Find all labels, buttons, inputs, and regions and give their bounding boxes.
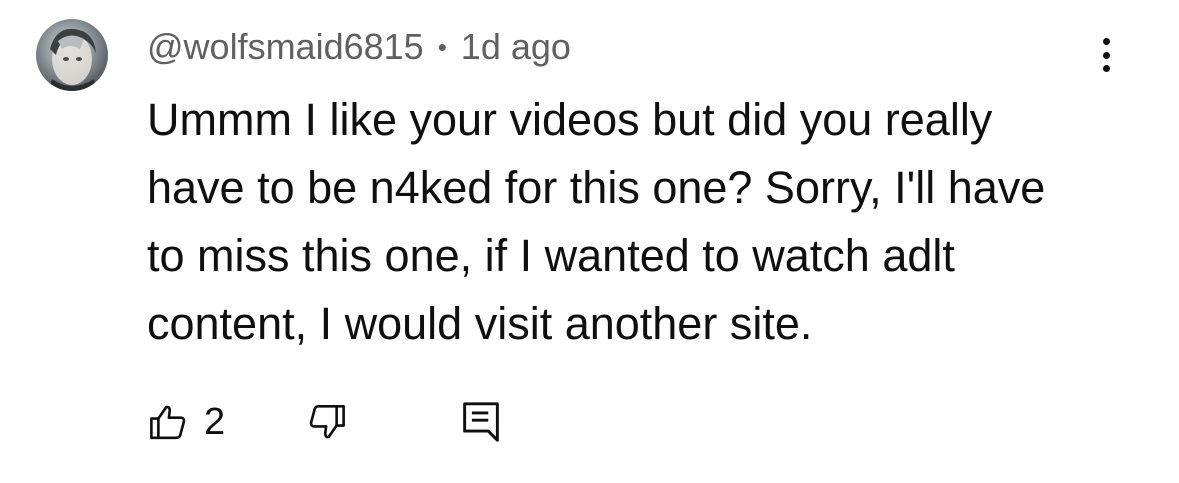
reply-button[interactable] xyxy=(459,399,503,445)
like-button[interactable] xyxy=(146,399,190,445)
thumbs-up-icon xyxy=(150,405,186,440)
dislike-button[interactable] xyxy=(305,399,349,445)
comment-meta: @wolfsmaid6815 • 1d ago xyxy=(147,26,571,68)
more-vertical-icon-dot xyxy=(1102,65,1110,72)
more-vertical-icon xyxy=(1102,38,1110,45)
meta-separator: • xyxy=(437,32,447,62)
thumbs-down-icon xyxy=(309,404,346,439)
like-count: 2 xyxy=(204,400,226,443)
avatar[interactable] xyxy=(36,19,108,91)
comment-text: Ummm I like your videos but did you real… xyxy=(147,94,1046,349)
avatar-image xyxy=(48,28,96,91)
comment-actions: 2 xyxy=(146,398,503,446)
more-options-button[interactable] xyxy=(1088,30,1124,80)
author-handle[interactable]: @wolfsmaid6815 xyxy=(147,26,424,68)
reply-comment-icon xyxy=(463,402,499,442)
comment-card: @wolfsmaid6815 • 1d ago Ummm I like your… xyxy=(0,0,1179,483)
comment-timestamp[interactable]: 1d ago xyxy=(461,26,571,68)
more-vertical-icon-dot xyxy=(1102,51,1110,59)
